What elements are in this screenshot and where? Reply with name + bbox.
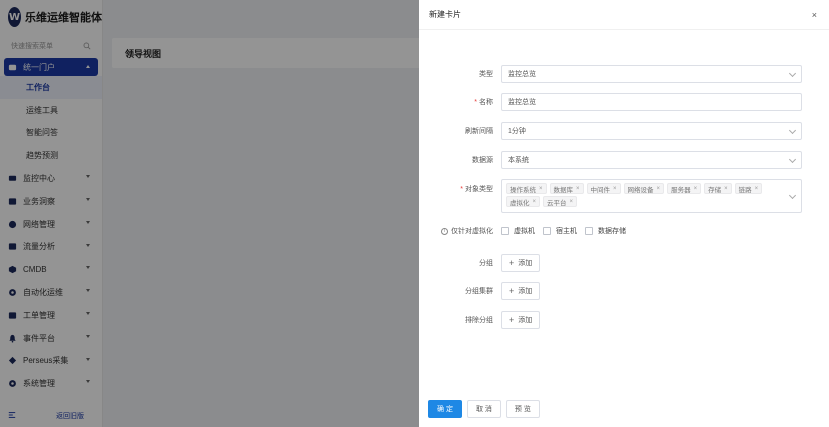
object-type-label: * 对象类型 — [460, 186, 493, 193]
checkbox-box[interactable] — [585, 227, 593, 235]
source-select[interactable]: 本系统 — [501, 151, 802, 169]
object-type-tag: 云平台 × — [543, 196, 578, 207]
new-card-drawer: 新建卡片 × 类型 监控总览 * 名称 监控总览 刷新间隔 1分钟 数据源 本系… — [419, 0, 829, 427]
plus-icon: + — [509, 286, 515, 296]
confirm-button[interactable]: 确 定 — [428, 400, 462, 418]
drawer-title: 新建卡片 — [429, 10, 461, 19]
group-label: 分组 — [479, 260, 493, 267]
checkbox-box[interactable] — [543, 227, 551, 235]
chevron-down-icon — [788, 191, 797, 200]
interval-select-value: 1分钟 — [508, 128, 526, 135]
object-type-tag: 链路 × — [734, 183, 763, 194]
plus-icon: + — [509, 258, 515, 268]
type-select-value: 监控总览 — [508, 71, 536, 78]
tag-close-icon[interactable]: × — [539, 186, 543, 192]
object-type-tag: 虚拟化 × — [506, 196, 541, 207]
plus-icon: + — [509, 315, 515, 325]
object-type-select[interactable]: 操作系统 × 数据库 × 中间件 × 网络设备 × 服务器 × 存储 × 链路 × 虚拟化 × … — [501, 179, 802, 213]
object-type-tag: 存储 × — [704, 183, 732, 194]
checkbox-vm[interactable]: 虚拟机 — [501, 226, 535, 236]
type-label: 类型 — [479, 71, 493, 78]
drawer-header: 新建卡片 × — [419, 0, 829, 30]
tag-close-icon[interactable]: × — [576, 186, 580, 192]
required-mark: * — [460, 186, 463, 193]
name-label: * 名称 — [474, 99, 493, 106]
object-type-tag: 数据库 × — [549, 183, 584, 194]
tag-close-icon[interactable]: × — [755, 186, 759, 192]
source-select-value: 本系统 — [508, 157, 529, 164]
object-type-tag: 操作系统 × — [506, 183, 547, 194]
chevron-down-icon — [788, 69, 797, 78]
required-mark: * — [474, 99, 477, 106]
source-label: 数据源 — [472, 157, 493, 164]
tag-close-icon[interactable]: × — [533, 199, 537, 205]
add-exclude-button[interactable]: + 添加 — [501, 311, 541, 329]
tag-close-icon[interactable]: × — [613, 186, 617, 192]
chevron-down-icon — [788, 155, 797, 164]
tag-close-icon[interactable]: × — [694, 186, 698, 192]
exclude-label: 排除分组 — [465, 317, 493, 324]
name-input[interactable]: 监控总览 — [501, 93, 802, 111]
info-icon: i — [441, 227, 448, 235]
object-type-tag: 中间件 × — [586, 183, 621, 194]
tag-close-icon[interactable]: × — [657, 186, 661, 192]
add-cluster-button[interactable]: + 添加 — [501, 282, 541, 300]
preview-button[interactable]: 预 览 — [505, 400, 540, 418]
type-select[interactable]: 监控总览 — [501, 65, 802, 83]
cancel-button[interactable]: 取 消 — [466, 400, 501, 418]
checkbox-box[interactable] — [501, 227, 509, 235]
tag-close-icon[interactable]: × — [724, 186, 728, 192]
close-icon[interactable]: × — [812, 10, 817, 20]
name-input-value: 监控总览 — [508, 99, 536, 106]
interval-label: 刷新间隔 — [465, 128, 493, 135]
interval-select[interactable]: 1分钟 — [501, 122, 802, 140]
object-type-tag: 网络设备 × — [623, 183, 665, 194]
virt-label: i 仅针对虚拟化 — [419, 226, 501, 236]
drawer-footer: 确 定 取 消 预 览 — [428, 400, 540, 418]
cluster-label: 分组集群 — [465, 288, 493, 295]
object-type-tag: 服务器 × — [667, 183, 702, 194]
virt-checkbox-group: 虚拟机 宿主机 数据存储 — [501, 226, 626, 236]
checkbox-datastore[interactable]: 数据存储 — [585, 226, 626, 236]
checkbox-host[interactable]: 宿主机 — [543, 226, 577, 236]
add-group-button[interactable]: + 添加 — [501, 254, 541, 272]
tag-close-icon[interactable]: × — [570, 199, 574, 205]
chevron-down-icon — [788, 126, 797, 135]
